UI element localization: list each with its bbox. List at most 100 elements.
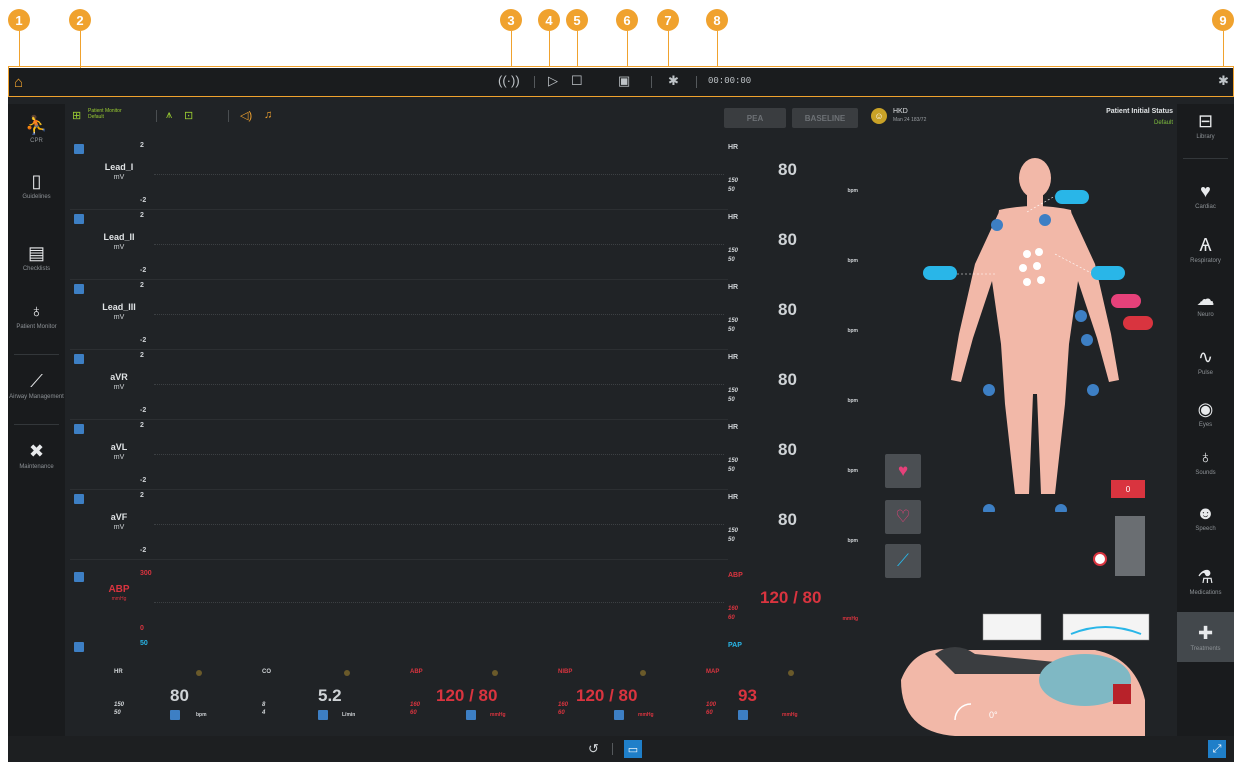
history-icon[interactable]: ↺ — [588, 741, 599, 757]
wave-settings-icon[interactable] — [74, 354, 84, 364]
tile-hr[interactable]: HR 80 150 50 bpm — [70, 666, 210, 732]
callout-5: 5 — [566, 9, 588, 31]
home-icon[interactable]: ⌂ — [14, 74, 23, 91]
bluetooth-icon[interactable]: ✱ — [668, 73, 679, 89]
airway-tool-icon[interactable]: ⟋ — [885, 544, 921, 578]
wave-settings-icon[interactable] — [74, 144, 84, 154]
numeric-hr[interactable]: HR 80 150 50 bpm — [728, 140, 860, 210]
numeric-abp[interactable]: ABP 120 / 80 160 60 mmHg — [728, 568, 860, 638]
nav-guidelines[interactable]: ▯ Guidelines — [8, 170, 65, 201]
nav-library[interactable]: ⊟ Library — [1177, 110, 1234, 141]
wave-unit: mV — [113, 454, 125, 461]
heart-pulse-icon[interactable]: ♡ — [885, 500, 921, 534]
baseline-button[interactable]: BASELINE — [792, 108, 858, 128]
avatar[interactable]: ☺ — [871, 108, 887, 124]
wave-settings-icon[interactable] — [74, 572, 84, 582]
wave-scale-min: -2 — [140, 337, 147, 344]
callout-line — [717, 31, 718, 67]
patient-status-value[interactable]: Default — [1154, 120, 1173, 126]
alarm-low: 50 — [728, 187, 735, 193]
callout-line — [577, 31, 578, 67]
tile-settings-icon[interactable] — [738, 710, 748, 720]
tile-settings-icon[interactable] — [614, 710, 624, 720]
nav-eyes[interactable]: ◉ Eyes — [1177, 398, 1234, 429]
chat-icon[interactable]: ▭ — [624, 740, 642, 758]
broken-heart-icon[interactable]: ♥ — [885, 454, 921, 488]
numeric-layout-icon[interactable]: ⊡ — [184, 109, 193, 122]
antenna-icon[interactable]: ((·)) — [498, 73, 520, 88]
layout-icon[interactable]: ⊞ — [72, 109, 81, 122]
param-name: ABP — [728, 572, 743, 579]
nav-cardiac[interactable]: ♥ Cardiac — [1177, 180, 1234, 211]
param-name: PAP — [728, 642, 742, 649]
nav-respiratory[interactable]: Ѧ Respiratory — [1177, 234, 1234, 265]
nav-patient-monitor[interactable]: ♁ Patient Monitor — [8, 300, 65, 331]
wave-settings-icon[interactable] — [74, 214, 84, 224]
airway-lateral-view[interactable]: 0° — [895, 610, 1175, 736]
alarm-high: 160 — [728, 606, 739, 612]
wave-row-avf: aVF mV 2 -2 — [70, 490, 728, 560]
divider — [156, 110, 157, 122]
nav-neuro[interactable]: ☁ Neuro — [1177, 288, 1234, 319]
expand-icon[interactable]: ⤢ — [1208, 740, 1226, 758]
stop-icon[interactable]: ☐ — [571, 73, 583, 89]
param-value: 80 — [170, 686, 189, 705]
nav-sounds[interactable]: ♁ Sounds — [1177, 446, 1234, 477]
pulse-point-marker — [1075, 310, 1087, 322]
tile-abp[interactable]: ABP 120 / 80 160 60 mmHg — [366, 666, 506, 732]
pulse-icon: ∿ — [1197, 347, 1214, 367]
nav-label: Cardiac — [1195, 204, 1216, 210]
wave-settings-icon[interactable] — [74, 424, 84, 434]
nav-checklists[interactable]: ▤ Checklists — [8, 242, 65, 273]
nav-treatments[interactable]: ✚ Treatments — [1177, 612, 1234, 662]
numeric-pap[interactable]: PAP — [728, 638, 860, 666]
nav-label: Sounds — [1195, 470, 1216, 476]
param-unit: bpm — [847, 538, 858, 544]
callout-line — [668, 31, 669, 67]
nav-medications[interactable]: ⚗ Medications — [1177, 566, 1234, 597]
save-icon[interactable]: ▣ — [618, 73, 630, 89]
sensor-tag — [1123, 316, 1153, 330]
eye-icon: ◉ — [1197, 399, 1214, 419]
wave-layout-icon[interactable]: ⩚ — [166, 109, 172, 122]
nav-label: Library — [1196, 134, 1215, 140]
numeric-hr[interactable]: HR 80 150 50 bpm — [728, 350, 860, 420]
nav-pulse[interactable]: ∿ Pulse — [1177, 346, 1234, 377]
numeric-hr[interactable]: HR 80 150 50 bpm — [728, 420, 860, 490]
nav-cpr[interactable]: ⛹ CPR — [8, 114, 65, 145]
tile-map[interactable]: MAP 93 100 60 mmHg — [662, 666, 802, 732]
alarm-icon[interactable]: ♫ — [264, 109, 272, 121]
param-unit: L/min — [342, 712, 356, 718]
wave-unit: mmHg — [111, 596, 127, 602]
param-value: 120 / 80 — [760, 588, 822, 607]
numeric-hr[interactable]: HR 80 150 50 bpm — [728, 490, 860, 560]
alarm-indicator-icon — [640, 670, 646, 676]
nav-maintenance[interactable]: ✖ Maintenance — [8, 440, 65, 471]
alarm-high: 150 — [728, 248, 739, 254]
wave-label: Lead_II — [103, 232, 135, 242]
tile-settings-icon[interactable] — [318, 710, 328, 720]
gauge-bar[interactable] — [1115, 516, 1145, 576]
numeric-hr[interactable]: HR 80 150 50 bpm — [728, 280, 860, 350]
nav-speech[interactable]: ☻ Speech — [1177, 502, 1234, 533]
nav-airway-management[interactable]: ⟋ Airway Management — [8, 370, 65, 401]
nav-label: Patient Monitor — [16, 324, 57, 330]
play-icon[interactable]: ▷ — [548, 73, 558, 89]
wave-settings-icon[interactable] — [74, 494, 84, 504]
numeric-hr[interactable]: HR 80 150 50 bpm — [728, 210, 860, 280]
alarm-low: 4 — [262, 710, 266, 716]
wave-settings-icon[interactable] — [74, 642, 84, 652]
tile-co[interactable]: CO 5.2 8 4 L/min — [218, 666, 358, 732]
sound-icon[interactable]: ◁) — [240, 109, 252, 122]
tile-settings-icon[interactable] — [170, 710, 180, 720]
tile-nibp[interactable]: NIBP 120 / 80 160 60 mmHg — [514, 666, 654, 732]
wave-settings-icon[interactable] — [74, 284, 84, 294]
divider — [612, 743, 613, 755]
pulse-point-marker — [983, 384, 995, 396]
pea-button[interactable]: PEA — [724, 108, 786, 128]
body-figure[interactable] — [915, 154, 1155, 512]
nav-label: Treatments — [1190, 646, 1221, 652]
tile-settings-icon[interactable] — [466, 710, 476, 720]
wave-row-lead-iii: Lead_III mV 2 -2 — [70, 280, 728, 350]
mask-icon[interactable] — [1093, 552, 1107, 566]
